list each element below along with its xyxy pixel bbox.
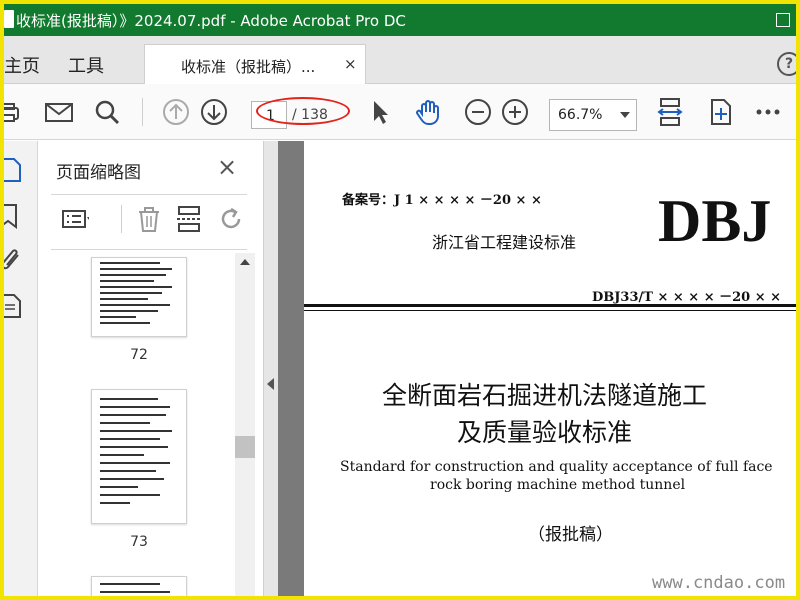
collapse-arrow-icon[interactable]	[267, 378, 274, 390]
province-standard: 浙江省工程建设标准	[432, 233, 577, 252]
document-view: 备案号：J 1 × × × × －20 × × 浙江省工程建设标准 DBJ DB…	[278, 141, 796, 596]
panel-divider	[51, 249, 247, 250]
mail-icon[interactable]	[45, 98, 73, 126]
more-options-icon[interactable]	[754, 98, 782, 126]
title-bar: 收标准(报批稿）》2024.07.pdf - Adobe Acrobat Pro…	[4, 4, 796, 36]
close-panel-icon[interactable]: ×	[217, 153, 237, 181]
record-number: 备案号：J 1 × × × × －20 × ×	[342, 193, 542, 208]
toolbar: 1 / 138 66.7%	[4, 84, 796, 140]
draft-status: （报批稿）	[528, 525, 613, 545]
scroll-up-icon[interactable]	[240, 259, 250, 265]
search-icon[interactable]	[93, 98, 121, 126]
window-title: 收标准(报批稿）》2024.07.pdf - Adobe Acrobat Pro…	[16, 12, 406, 30]
extract-page-icon[interactable]	[175, 205, 203, 233]
tab-bar: 主页 工具 收标准（报批稿）... × ?	[4, 36, 796, 85]
bookmark-icon[interactable]	[4, 203, 24, 229]
toolbar-separator	[142, 98, 143, 126]
thumbnail-label: 73	[130, 534, 148, 550]
english-title-line2: rock boring machine method tunnel	[430, 477, 686, 493]
scrollbar-thumb[interactable]	[235, 436, 255, 458]
thumbnail-label: 72	[130, 347, 148, 363]
pdf-page: 备案号：J 1 × × × × －20 × × 浙江省工程建设标准 DBJ DB…	[304, 141, 796, 596]
close-tab-icon[interactable]: ×	[344, 55, 357, 73]
page-thumbnail-74[interactable]	[91, 576, 187, 596]
page-thumbnail-73[interactable]	[91, 389, 187, 524]
hand-tool-icon[interactable]	[414, 98, 442, 126]
previous-page-icon[interactable]	[162, 98, 190, 126]
tab-tools[interactable]: 工具	[68, 52, 104, 78]
rotate-icon[interactable]	[217, 205, 245, 233]
fit-width-icon[interactable]	[656, 98, 684, 126]
pdf-file-icon	[4, 10, 14, 28]
zoom-select[interactable]: 66.7%	[549, 99, 637, 131]
title-rule-thin	[304, 310, 796, 311]
document-tab-label: 收标准（报批稿）...	[181, 58, 316, 76]
panel-collapse-strip[interactable]	[264, 141, 278, 596]
chevron-down-icon	[620, 112, 630, 118]
title-rule	[304, 304, 796, 307]
fit-page-icon[interactable]	[706, 98, 734, 126]
zoom-out-icon[interactable]	[464, 98, 492, 126]
zoom-in-icon[interactable]	[501, 98, 529, 126]
left-nav-rail	[4, 141, 38, 596]
panel-separator	[121, 205, 122, 233]
tab-home[interactable]: 主页	[4, 52, 40, 78]
select-cursor-icon[interactable]	[366, 98, 394, 126]
english-title-line1: Standard for construction and quality ac…	[340, 459, 773, 475]
document-properties-icon[interactable]	[4, 293, 24, 319]
highlight-oval	[256, 97, 350, 125]
help-icon[interactable]: ?	[777, 52, 796, 76]
chinese-title-line2: 及质量验收标准	[457, 418, 633, 447]
thumbnail-options-icon[interactable]	[61, 205, 89, 233]
print-icon[interactable]	[4, 98, 32, 126]
attachment-icon[interactable]	[4, 247, 24, 273]
standard-number: DBJ33/T × × × × －20 × ×	[592, 290, 782, 305]
delete-page-icon[interactable]	[135, 205, 163, 233]
zoom-value: 66.7%	[558, 107, 603, 123]
page-thumbnail-72[interactable]	[91, 257, 187, 337]
thumbnail-scrollbar[interactable]	[235, 253, 255, 596]
chinese-title-line1: 全断面岩石掘进机法隧道施工	[382, 381, 708, 410]
watermark: www.cndao.com	[652, 573, 786, 593]
panel-divider	[51, 194, 247, 195]
page-thumbnails-icon[interactable]	[4, 157, 24, 183]
panel-title: 页面缩略图	[56, 163, 141, 183]
acrobat-window: 收标准(报批稿）》2024.07.pdf - Adobe Acrobat Pro…	[4, 4, 796, 596]
next-page-icon[interactable]	[200, 98, 228, 126]
dbj-logo: DBJ	[658, 188, 772, 254]
thumbnails-panel: 页面缩略图 × 72 73	[39, 141, 264, 596]
maximize-icon[interactable]	[776, 13, 790, 27]
tab-document[interactable]: 收标准（报批稿）... ×	[144, 44, 366, 85]
